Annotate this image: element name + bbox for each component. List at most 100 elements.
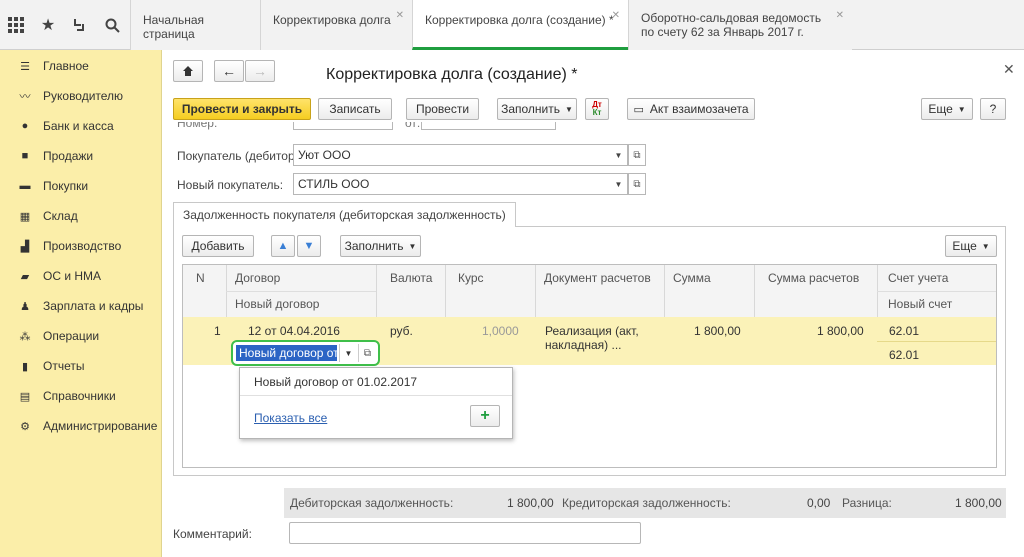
back-button[interactable]: ← <box>214 60 244 82</box>
sidebar-item-warehouse[interactable]: ▦ Склад <box>0 201 162 231</box>
sidebar-item-manager[interactable]: 〰 Руководителю <box>0 81 162 111</box>
dropdown-option[interactable]: Новый договор от 01.02.2017 <box>254 375 417 389</box>
move-up-button[interactable]: ▲ <box>271 235 295 257</box>
sidebar-item-label: ОС и НМА <box>43 269 102 283</box>
help-button[interactable]: ? <box>980 98 1006 120</box>
sidebar-item-label: Руководителю <box>43 89 124 103</box>
buyer-dropdown-button[interactable]: ▼ <box>610 144 628 166</box>
col-sum[interactable]: Сумма <box>673 271 711 285</box>
sidebar-item-catalogs[interactable]: ▤ Справочники <box>0 381 162 411</box>
open-icon: ⧉ <box>633 149 641 161</box>
search-icon[interactable] <box>96 0 128 50</box>
buyer-open-button[interactable]: ⧉ <box>628 144 646 166</box>
sidebar-item-reports[interactable]: ▮ Отчеты <box>0 351 162 381</box>
add-button[interactable]: Добавить <box>182 235 254 257</box>
dt-kt-button[interactable]: Дт Кт <box>585 98 609 120</box>
date-field[interactable] <box>421 122 556 130</box>
tab-debt-correction-create[interactable]: Корректировка долга (создание) * ✕ <box>412 0 628 50</box>
cell-doc[interactable]: Реализация (акт, накладная) ... <box>545 324 649 352</box>
sidebar-item-operations[interactable]: ⁂ Операции <box>0 321 162 351</box>
post-and-close-button[interactable]: Провести и закрыть <box>173 98 311 120</box>
buyer-field[interactable]: Уют ООО <box>293 144 611 166</box>
new-buyer-field[interactable]: СТИЛЬ ООО <box>293 173 611 195</box>
totals-bar: Дебиторская задолженность: 1 800,00 Кред… <box>284 488 1006 518</box>
table-row[interactable]: 1 12 от 04.04.2016 руб. 1,0000 Реализаци… <box>183 317 996 366</box>
new-contract-editor[interactable]: Новый договор от ▼ ⧉ <box>231 340 380 366</box>
chevron-down-icon: ▼ <box>408 241 417 251</box>
fill-button[interactable]: Заполнить ▼ <box>497 98 577 120</box>
close-icon[interactable]: ✕ <box>836 9 844 23</box>
contract-dropdown: Новый договор от 01.02.2017 Показать все… <box>239 367 513 439</box>
forward-button[interactable]: → <box>245 60 275 82</box>
col-doc[interactable]: Документ расчетов <box>544 271 651 285</box>
sidebar-item-admin[interactable]: ⚙ Администрирование <box>0 411 162 441</box>
number-field[interactable] <box>293 122 393 130</box>
chevron-down-icon: ▼ <box>981 241 990 251</box>
show-all-link[interactable]: Показать все <box>254 411 327 425</box>
grid-icon[interactable] <box>0 0 32 50</box>
more-button[interactable]: Еще ▼ <box>921 98 973 120</box>
table-more-button[interactable]: Еще ▼ <box>945 235 997 257</box>
col-rate[interactable]: Курс <box>458 271 484 285</box>
home-icon <box>183 66 193 76</box>
coin-icon: ● <box>21 120 29 132</box>
cell-sum-calc[interactable]: 1 800,00 <box>817 324 864 338</box>
cell-contract[interactable]: 12 от 04.04.2016 <box>248 324 340 338</box>
tab-debt-correction[interactable]: Корректировка долга ✕ <box>260 0 412 50</box>
tab-turnover-sheet[interactable]: Оборотно-сальдовая ведомость по счету 62… <box>628 0 852 50</box>
close-icon[interactable]: ✕ <box>1003 61 1015 78</box>
sidebar-item-main[interactable]: ☰ Главное <box>0 51 162 81</box>
book-icon: ▤ <box>19 390 31 403</box>
col-new-account[interactable]: Новый счет <box>888 297 952 311</box>
close-icon[interactable]: ✕ <box>612 9 620 23</box>
col-account[interactable]: Счет учета <box>888 271 948 285</box>
star-icon[interactable]: ★ <box>32 0 64 50</box>
sidebar-item-production[interactable]: ▟ Производство <box>0 231 162 261</box>
col-n[interactable]: N <box>196 271 205 285</box>
new-buyer-open-button[interactable]: ⧉ <box>628 173 646 195</box>
new-buyer-dropdown-button[interactable]: ▼ <box>610 173 628 195</box>
chevron-down-icon: ▼ <box>614 150 623 160</box>
save-button[interactable]: Записать <box>318 98 392 120</box>
move-down-button[interactable]: ▼ <box>297 235 321 257</box>
table-fill-button[interactable]: Заполнить ▼ <box>340 235 421 257</box>
chevron-down-icon[interactable]: ▼ <box>339 344 357 362</box>
credit-label: Кредиторская задолженность: <box>562 496 731 510</box>
operations-icon: ⁂ <box>19 330 31 343</box>
comment-input[interactable] <box>289 522 641 544</box>
col-sum-calc[interactable]: Сумма расчетов <box>768 271 859 285</box>
sidebar-item-bank[interactable]: ● Банк и касса <box>0 111 162 141</box>
sidebar-item-label: Производство <box>43 239 122 253</box>
cell-account[interactable]: 62.01 <box>889 324 919 338</box>
chevron-down-icon: ▼ <box>957 104 966 114</box>
credit-value: 0,00 <box>807 496 831 510</box>
col-currency[interactable]: Валюта <box>390 271 432 285</box>
close-icon[interactable]: ✕ <box>396 9 404 23</box>
tab-home[interactable]: Начальная страница <box>130 0 260 50</box>
fill-label: Заполнить <box>501 102 560 116</box>
sidebar-item-assets[interactable]: ▰ ОС и НМА <box>0 261 162 291</box>
home-button[interactable] <box>173 60 203 82</box>
top-bar: ★ Начальная страница Корректировка долга… <box>0 0 1024 50</box>
tab-receivables[interactable]: Задолженность покупателя (дебиторская за… <box>173 202 516 227</box>
scrolled-row: Номер: от: <box>163 122 1024 130</box>
col-contract[interactable]: Договор <box>235 271 280 285</box>
create-button[interactable]: + <box>470 405 500 427</box>
cell-new-account[interactable]: 62.01 <box>889 348 919 362</box>
sidebar-item-salary[interactable]: ♟ Зарплата и кадры <box>0 291 162 321</box>
netting-act-button[interactable]: ▭ Акт взаимозачета <box>627 98 755 120</box>
open-icon[interactable]: ⧉ <box>358 344 376 362</box>
sidebar-item-label: Главное <box>43 59 89 73</box>
cell-rate[interactable]: 1,0000 <box>482 324 519 338</box>
cell-sum[interactable]: 1 800,00 <box>694 324 741 338</box>
history-icon[interactable] <box>64 0 96 50</box>
warehouse-icon: ▦ <box>19 210 31 223</box>
sidebar-item-purchases[interactable]: ▬ Покупки <box>0 171 162 201</box>
col-new-contract[interactable]: Новый договор <box>235 297 319 311</box>
cell-currency[interactable]: руб. <box>390 324 413 338</box>
new-contract-input[interactable]: Новый договор от <box>236 345 337 361</box>
trend-icon: 〰 <box>19 91 31 103</box>
post-button[interactable]: Провести <box>406 98 479 120</box>
sidebar-item-sales[interactable]: ■ Продажи <box>0 141 162 171</box>
arrow-right-icon: → <box>253 63 267 79</box>
